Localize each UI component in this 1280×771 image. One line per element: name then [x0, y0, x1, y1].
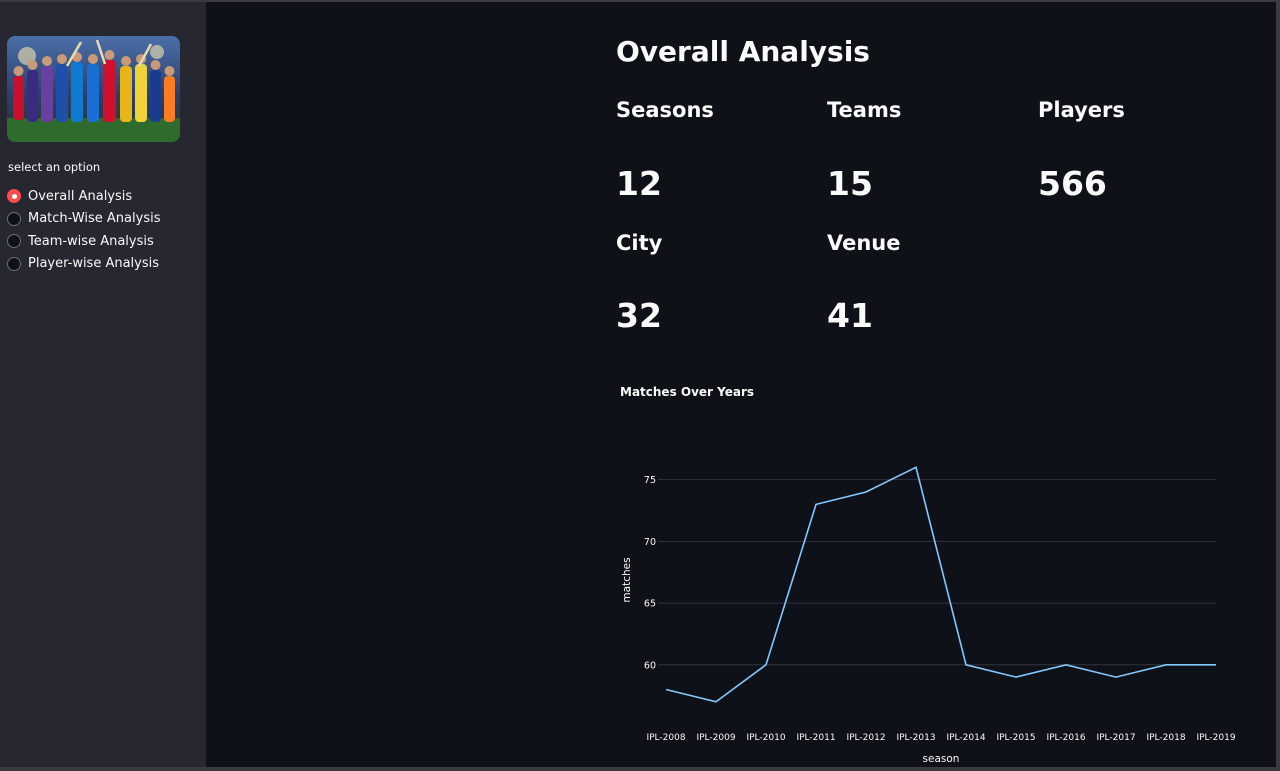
series-line: [665, 466, 1216, 703]
analysis-radio-group: Overall Analysis Match-Wise Analysis Tea…: [7, 185, 160, 275]
y-tick-label: 75: [644, 475, 656, 486]
x-tick-label: IPL-2015: [996, 733, 1035, 743]
line-chart-svg: Matches Over Years 60 65 70 75 IPL-2008 IPL-…: [620, 385, 1236, 765]
radio-unselected-icon: [7, 234, 21, 249]
x-tick-label: IPL-2009: [696, 733, 735, 743]
x-tick-label: IPL-2017: [1096, 733, 1135, 743]
radio-unselected-icon: [7, 211, 21, 226]
metric-label-venue: Venue: [827, 231, 901, 255]
metric-label-city: City: [616, 231, 663, 255]
x-axis-label: season: [923, 753, 960, 765]
x-tick-label: IPL-2018: [1146, 733, 1185, 743]
banner-image: [7, 36, 180, 142]
metric-label-players: Players: [1038, 98, 1125, 122]
x-tick-label: IPL-2014: [946, 733, 985, 743]
metric-label-seasons: Seasons: [616, 98, 714, 122]
radio-option-match-wise-analysis[interactable]: Match-Wise Analysis: [7, 208, 160, 231]
radio-option-overall-analysis[interactable]: Overall Analysis: [7, 185, 160, 208]
y-axis-label: matches: [621, 557, 633, 602]
y-tick-label: 60: [644, 660, 656, 671]
metric-value-venue: 41: [827, 296, 873, 335]
radio-option-label: Match-Wise Analysis: [28, 211, 161, 227]
metric-value-seasons: 12: [616, 164, 662, 203]
radio-option-label: Team-wise Analysis: [28, 233, 154, 249]
radio-group-label: select an option: [8, 160, 101, 174]
matches-over-years-chart[interactable]: Matches Over Years 60 65 70 75 IPL-2008 IPL-…: [616, 372, 1256, 767]
x-tick-label: IPL-2012: [846, 733, 885, 743]
x-tick-label: IPL-2011: [796, 733, 835, 743]
app-window: select an option Overall Analysis Match-…: [0, 2, 1276, 767]
x-tick-label: IPL-2019: [1196, 733, 1235, 743]
x-tick-label: IPL-2008: [646, 733, 685, 743]
y-tick-label: 65: [644, 599, 656, 610]
y-tick-label: 70: [644, 537, 656, 548]
radio-unselected-icon: [7, 256, 21, 271]
chart-title: Matches Over Years: [620, 385, 754, 399]
metric-value-players: 566: [1038, 164, 1107, 203]
x-tick-label: IPL-2016: [1046, 733, 1085, 743]
x-tick-label: IPL-2010: [746, 733, 785, 743]
sidebar: select an option Overall Analysis Match-…: [0, 2, 206, 767]
main-content: Overall Analysis Seasons 12 Teams 15 Pla…: [616, 2, 1256, 767]
page-title: Overall Analysis: [616, 35, 870, 68]
x-tick-label: IPL-2013: [896, 733, 935, 743]
metric-value-city: 32: [616, 296, 662, 335]
metric-label-teams: Teams: [827, 98, 902, 122]
radio-option-label: Player-wise Analysis: [28, 256, 160, 272]
radio-option-label: Overall Analysis: [28, 188, 133, 204]
radio-selected-icon: [7, 189, 21, 204]
radio-option-team-wise-analysis[interactable]: Team-wise Analysis: [7, 230, 160, 253]
radio-option-player-wise-analysis[interactable]: Player-wise Analysis: [7, 253, 160, 276]
metric-value-teams: 15: [827, 164, 873, 203]
